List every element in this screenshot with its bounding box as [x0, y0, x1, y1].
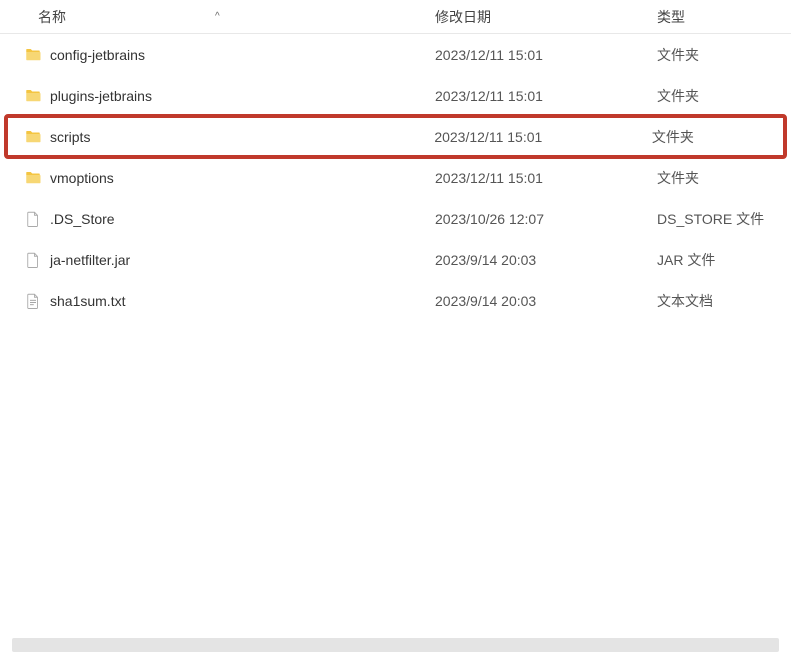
- file-name: vmoptions: [50, 170, 114, 186]
- file-name: sha1sum.txt: [50, 293, 125, 309]
- file-icon: [24, 251, 42, 269]
- file-date: 2023/12/11 15:01: [425, 88, 647, 104]
- file-type: 文本文档: [647, 291, 791, 311]
- file-row[interactable]: ja-netfilter.jar 2023/9/14 20:03JAR 文件: [0, 239, 791, 280]
- file-row-name-cell: ja-netfilter.jar: [0, 251, 425, 269]
- file-list: config-jetbrains2023/12/11 15:01文件夹plugi…: [0, 34, 791, 321]
- column-label-name: 名称: [38, 7, 66, 27]
- file-row-name-cell: vmoptions: [0, 169, 425, 187]
- text-file-icon: [24, 292, 42, 310]
- folder-icon: [24, 128, 42, 146]
- column-label-type: 类型: [657, 9, 685, 25]
- sort-indicator-icon: ^: [215, 11, 220, 22]
- column-header-row: 名称 ^ 修改日期 类型: [0, 0, 791, 34]
- file-name: ja-netfilter.jar: [50, 252, 130, 268]
- file-type: 文件夹: [647, 86, 791, 106]
- file-type: 文件夹: [647, 45, 791, 65]
- file-row[interactable]: plugins-jetbrains 2023/12/11 15:01文件夹: [0, 75, 791, 116]
- column-label-date: 修改日期: [435, 9, 491, 25]
- file-type: DS_STORE 文件: [647, 209, 791, 229]
- file-row[interactable]: .DS_Store 2023/10/26 12:07DS_STORE 文件: [0, 198, 791, 239]
- file-row-name-cell: plugins-jetbrains: [0, 87, 425, 105]
- file-row[interactable]: config-jetbrains 2023/12/11 15:01文件夹: [0, 34, 791, 75]
- file-name: plugins-jetbrains: [50, 88, 152, 104]
- file-row-name-cell: sha1sum.txt: [0, 292, 425, 310]
- file-row-name-cell: scripts: [8, 128, 424, 146]
- file-type: 文件夹: [642, 127, 783, 147]
- column-header-name[interactable]: 名称 ^: [0, 7, 425, 27]
- file-date: 2023/9/14 20:03: [425, 293, 647, 309]
- file-row-name-cell: config-jetbrains: [0, 46, 425, 64]
- folder-icon: [24, 46, 42, 64]
- file-name: config-jetbrains: [50, 47, 145, 63]
- horizontal-scrollbar[interactable]: [12, 638, 779, 652]
- file-name: scripts: [50, 129, 90, 145]
- column-header-type[interactable]: 类型: [647, 7, 791, 27]
- folder-icon: [24, 87, 42, 105]
- file-icon: [24, 210, 42, 228]
- file-row[interactable]: sha1sum.txt 2023/9/14 20:03文本文档: [0, 280, 791, 321]
- file-name: .DS_Store: [50, 211, 115, 227]
- column-header-date[interactable]: 修改日期: [425, 7, 647, 27]
- file-date: 2023/12/11 15:01: [424, 129, 642, 145]
- file-type: 文件夹: [647, 168, 791, 188]
- file-row[interactable]: scripts 2023/12/11 15:01文件夹: [4, 114, 787, 159]
- file-type: JAR 文件: [647, 250, 791, 270]
- file-row-name-cell: .DS_Store: [0, 210, 425, 228]
- file-row[interactable]: vmoptions 2023/12/11 15:01文件夹: [0, 157, 791, 198]
- file-date: 2023/12/11 15:01: [425, 47, 647, 63]
- file-date: 2023/12/11 15:01: [425, 170, 647, 186]
- file-date: 2023/9/14 20:03: [425, 252, 647, 268]
- file-date: 2023/10/26 12:07: [425, 211, 647, 227]
- folder-icon: [24, 169, 42, 187]
